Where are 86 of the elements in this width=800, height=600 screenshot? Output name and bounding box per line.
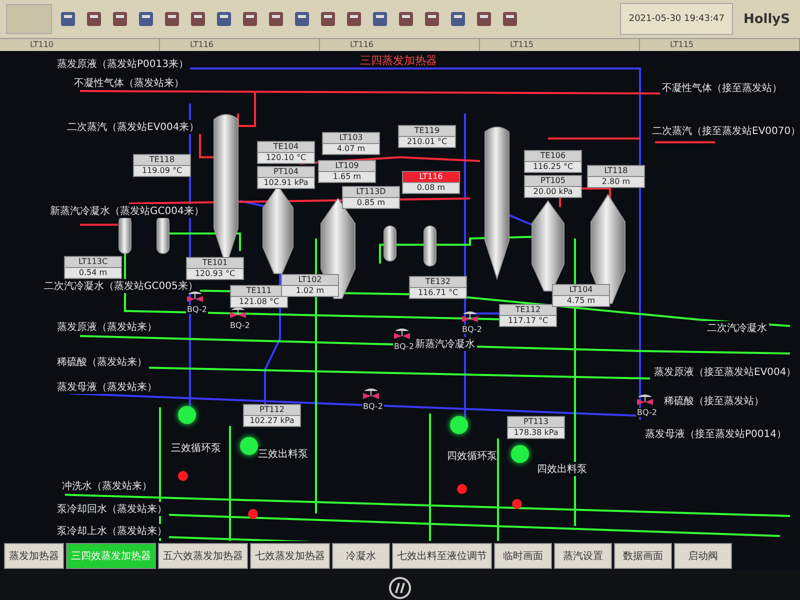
toolbar-icon[interactable] [84, 9, 104, 29]
pump-label: 四效出料泵 [537, 462, 587, 476]
valve-icon[interactable] [460, 310, 480, 324]
toolbar-icon[interactable] [318, 9, 338, 29]
toolbar-icon[interactable] [422, 9, 442, 29]
logo-panel [6, 4, 52, 34]
toolbar-icon[interactable] [58, 9, 78, 29]
instrument-value: 1.65 m [319, 172, 375, 182]
pump-label: 三效循环泵 [171, 441, 221, 455]
toolbar-icon[interactable] [136, 9, 156, 29]
valve-label: BQ-2 [362, 402, 384, 411]
valve-label: BQ-2 [229, 320, 251, 330]
toolbar-icon[interactable] [240, 9, 260, 29]
valve-label: BQ-2 [393, 342, 415, 351]
pipe-line [655, 141, 715, 144]
instrument-value: 116.25 °C [525, 162, 581, 172]
instrument-value: 0.08 m [403, 183, 459, 193]
instrument-value: 210.01 °C [399, 136, 455, 147]
nav-button[interactable]: 启动阀 [674, 543, 732, 569]
heater-outline [384, 226, 396, 262]
diagram-title: 三四蒸发加热器 [360, 53, 437, 68]
instrument-value: 102.27 kPa [244, 416, 300, 426]
instrument-value: 116.71 °C [410, 288, 466, 298]
stream-label: 稀硫酸（蒸发站来） [55, 354, 149, 369]
nav-button[interactable]: 七效蒸发加热器 [250, 543, 330, 569]
valve-label: BQ-2 [461, 324, 483, 334]
instrument-value: 20.00 kPa [525, 186, 581, 197]
toolbar-icon[interactable] [344, 9, 364, 29]
stream-label: 泵冷却上水（蒸发站来） [55, 524, 169, 538]
stream-label: 二次蒸汽（蒸发站EV004来） [65, 120, 202, 134]
toolbar-icon[interactable] [110, 9, 130, 29]
toolbar-icon[interactable] [500, 9, 520, 29]
instrument-value: 119.09 °C [134, 166, 190, 176]
valve-label: BQ-2 [636, 408, 658, 418]
toolbar-icon[interactable] [266, 9, 286, 29]
heater-outline [424, 226, 436, 266]
valve-icon[interactable] [392, 327, 412, 341]
datetime-text: 2021-05-30 19:43:47 [628, 14, 724, 24]
stream-label: 泵冷却回水（蒸发站来） [55, 502, 169, 516]
instrument-value: 0.54 m [65, 268, 121, 278]
stream-label: 二次汽冷凝水 [705, 321, 769, 335]
valve-label: BQ-2 [186, 304, 208, 314]
instrument-value: 1.02 m [282, 286, 338, 296]
stream-label: 二次汽冷凝水（蒸发站GC005来） [42, 278, 200, 292]
stream-label: 蒸发原液（蒸发站P0013来） [55, 57, 190, 72]
pump-icon[interactable] [240, 437, 258, 455]
instrument-value: 4.75 m [553, 296, 609, 306]
toolbar-icon[interactable] [370, 9, 390, 29]
toolbar-icon[interactable] [214, 9, 234, 29]
stream-label: 新蒸汽冷凝水 [413, 337, 477, 352]
instrument-value: 102.91 kPa [258, 178, 314, 188]
toolbar-icon[interactable] [188, 9, 208, 29]
heater-outline [156, 216, 170, 254]
heater-outline [118, 216, 132, 254]
logo-icon [388, 576, 412, 600]
toolbar-icon[interactable] [474, 9, 494, 29]
nav-button[interactable]: 蒸汽设置 [554, 543, 612, 569]
valve-icon[interactable] [361, 387, 381, 401]
toolbar-icon[interactable] [292, 9, 312, 29]
instrument-value: 178.38 kPa [508, 428, 564, 438]
nav-button[interactable]: 数据画面 [614, 543, 672, 569]
nav-button[interactable]: 五六效蒸发加热器 [158, 543, 248, 569]
instrument-value: 4.07 m [323, 144, 379, 154]
toolbar-icon[interactable] [448, 9, 468, 29]
pump-label: 三效出料泵 [258, 447, 308, 462]
pump-icon[interactable] [178, 406, 196, 424]
instrument-tag: LT116 [403, 172, 459, 183]
pump-label: 四效循环泵 [447, 448, 497, 462]
pump-icon[interactable] [450, 416, 468, 434]
instrument-value: 0.85 m [343, 198, 399, 208]
instrument-value: 2.80 m [588, 176, 644, 187]
valve-icon[interactable] [185, 290, 205, 304]
instrument-value: 121.08 °C [231, 296, 287, 307]
brand-text: HollyS [742, 12, 791, 26]
valve-icon[interactable] [635, 393, 655, 408]
nav-button[interactable]: 七效出料至液位调节 [392, 543, 492, 569]
toolbar-icon[interactable] [162, 9, 182, 29]
valve-icon[interactable] [228, 306, 248, 320]
nav-button[interactable]: 冷凝水 [332, 543, 390, 569]
nav-button[interactable]: 蒸发加热器 [4, 543, 64, 569]
toolbar-icon[interactable] [396, 9, 416, 29]
instrument-value: 117.17 °C [500, 316, 556, 326]
pump-icon[interactable] [511, 444, 529, 462]
instrument-value: 120.93 °C [187, 269, 243, 280]
instrument-value: 120.10 °C [258, 153, 314, 163]
nav-button[interactable]: 临时画面 [494, 543, 552, 569]
